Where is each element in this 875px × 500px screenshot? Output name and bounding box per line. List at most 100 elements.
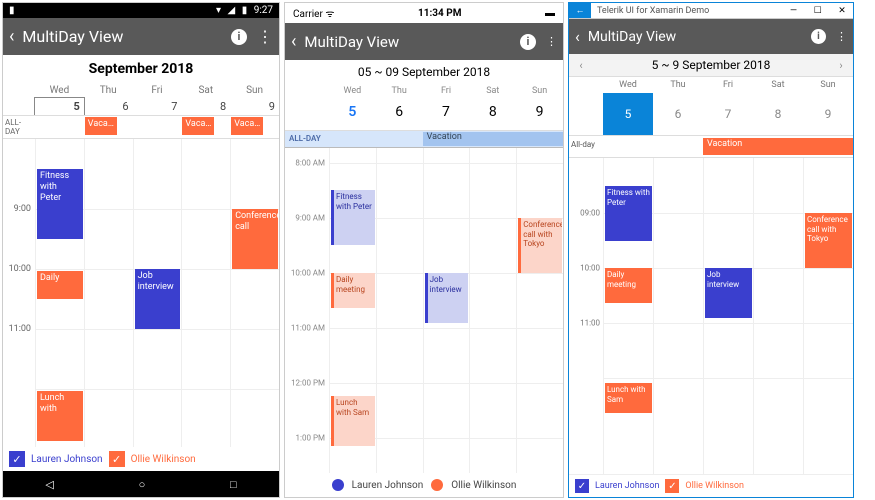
date-range: 05 ~ 09 September 2018 [285, 60, 563, 84]
date-cell[interactable]: 8 [181, 98, 230, 115]
legend-checkbox[interactable]: ✓ [575, 479, 589, 493]
weekday-header: Wed Thu Fri Sat Sun [285, 84, 563, 98]
android-device: ▮ ▾ ◢ ▮ 9:27 ‹ MultiDay View i ⋮ Septemb… [2, 2, 280, 498]
date-cell[interactable]: 7 [703, 93, 753, 135]
time-label: 9:00 AM [295, 214, 325, 223]
legend-name: Ollie Wilkinson [131, 454, 196, 465]
event-job[interactable]: Job interview [425, 273, 469, 323]
date-cell[interactable]: 8 [469, 98, 516, 130]
nav-back-icon[interactable]: ◁ [45, 478, 53, 491]
overflow-menu-icon[interactable]: ⋮ [257, 27, 273, 46]
legend-dot[interactable] [332, 479, 344, 491]
event-fitness[interactable]: Fitness with Peter [605, 186, 652, 241]
date-cell[interactable]: 7 [133, 98, 182, 115]
date-cell[interactable]: 6 [653, 93, 703, 135]
event-conference[interactable]: Conference call with Tokyo [805, 213, 852, 268]
event-lunch[interactable]: Lunch with Sam [331, 396, 375, 446]
next-icon[interactable]: › [829, 55, 853, 76]
date-header: 5 6 7 8 9 [285, 98, 563, 131]
event-lunch[interactable]: Lunch with Sam [605, 383, 652, 413]
date-header: 5 6 7 8 9 [3, 98, 279, 115]
window-titlebar: ← Telerik UI for Xamarin Demo — ☐ ✕ [569, 3, 853, 19]
time-grid[interactable]: 09:00 10:00 11:00 Fitness with Peter Dai… [569, 158, 853, 474]
clock: 11:34 PM [418, 8, 461, 19]
overflow-menu-icon[interactable]: ⋮ [546, 35, 557, 48]
event-lunch[interactable]: Lunch with [37, 391, 83, 441]
event-fitness[interactable]: Fitness with Peter [331, 190, 375, 245]
prev-icon[interactable]: ‹ [569, 55, 593, 76]
back-icon[interactable]: ‹ [575, 27, 580, 46]
event-daily[interactable]: Daily meeting [605, 268, 652, 303]
legend-checkbox[interactable]: ✓ [665, 479, 679, 493]
weekday-header: Wed Thu Fri Sat Sun [569, 77, 853, 93]
weekday: Fri [133, 83, 182, 98]
date-header: 5 6 7 8 9 [569, 93, 853, 136]
date-cell[interactable]: 9 [803, 93, 853, 135]
date-cell-selected[interactable]: 5 [603, 93, 653, 135]
time-label: 1:00 PM [296, 434, 325, 443]
time-grid[interactable]: 8:00 AM 9:00 AM 10:00 AM 11:00 AM 12:00 … [285, 148, 563, 473]
legend-dot[interactable] [431, 479, 443, 491]
event-job[interactable]: Job interview [705, 268, 752, 318]
time-grid[interactable]: 9:00 10:00 11:00 Fitness with Peter Dail… [3, 139, 279, 447]
allday-event[interactable]: Vaca… [85, 117, 117, 135]
back-icon[interactable]: ‹ [291, 31, 296, 52]
legend: Lauren Johnson Ollie Wilkinson [285, 473, 563, 497]
weekday: Sun [516, 84, 563, 98]
android-status-bar: ▮ ▾ ◢ ▮ 9:27 [3, 3, 279, 18]
date-cell-selected[interactable]: 5 [329, 98, 376, 130]
date-cell[interactable]: 7 [423, 98, 470, 130]
allday-event[interactable]: Vacation [423, 132, 563, 146]
time-label: 12:00 PM [291, 379, 325, 388]
app-header: ‹ MultiDay View i ⋮ [569, 19, 853, 54]
battery-icon: ▮ [242, 5, 248, 16]
maximize-icon[interactable]: ☐ [807, 6, 829, 16]
time-label: 8:00 AM [295, 159, 325, 168]
event-conference[interactable]: Conference call [232, 209, 278, 269]
event-conference[interactable]: Conference call with Tokyo [518, 218, 562, 273]
event-job[interactable]: Job interview [135, 269, 181, 329]
event-daily[interactable]: Daily meeting [331, 273, 375, 308]
weekday: Wed [329, 84, 376, 98]
info-icon[interactable]: i [231, 29, 247, 45]
legend-checkbox[interactable]: ✓ [9, 451, 25, 467]
event-fitness[interactable]: Fitness with Peter [37, 169, 83, 239]
date-cell[interactable]: 6 [376, 98, 423, 130]
legend: ✓ Lauren Johnson ✓ Ollie Wilkinson [3, 447, 279, 471]
clock: 9:27 [254, 5, 273, 16]
time-label: 11:00 [580, 319, 600, 328]
info-icon[interactable]: i [520, 34, 536, 50]
time-label: 11:00 AM [291, 324, 325, 333]
allday-event[interactable]: Vacation [703, 138, 853, 155]
info-icon[interactable]: i [811, 29, 826, 44]
page-title: MultiDay View [22, 27, 231, 46]
legend-name: Lauren Johnson [352, 480, 424, 491]
back-icon[interactable]: ‹ [9, 26, 14, 47]
date-cell-selected[interactable]: 5 [35, 98, 84, 115]
overflow-menu-icon[interactable]: ⋮ [836, 30, 847, 43]
allday-event[interactable]: Vaca… [231, 117, 263, 135]
date-cell[interactable]: 9 [230, 98, 279, 115]
legend-checkbox[interactable]: ✓ [109, 451, 125, 467]
allday-label: ALL-DAY [3, 118, 35, 136]
weekday: Sat [753, 77, 803, 93]
month-label: September 2018 [3, 55, 279, 83]
weekday: Sat [181, 83, 230, 98]
legend: ✓ Lauren Johnson ✓ Ollie Wilkinson [569, 474, 853, 497]
nav-home-icon[interactable]: ○ [139, 478, 146, 491]
windows-device: ← Telerik UI for Xamarin Demo — ☐ ✕ ‹ Mu… [568, 2, 854, 498]
minimize-icon[interactable]: — [783, 6, 805, 16]
date-range-row: ‹ 5 ~ 9 September 2018 › [569, 54, 853, 77]
nav-recent-icon[interactable]: □ [230, 478, 237, 491]
titlebar-back-icon[interactable]: ← [569, 3, 591, 18]
date-cell[interactable]: 8 [753, 93, 803, 135]
battery-icon: ▬ [545, 8, 555, 19]
time-label: 9:00 [14, 204, 31, 214]
date-range: 5 ~ 9 September 2018 [593, 54, 829, 76]
close-icon[interactable]: ✕ [831, 6, 853, 16]
date-cell[interactable]: 9 [516, 98, 563, 130]
weekday: Thu [653, 77, 703, 93]
allday-event[interactable]: Vaca… [182, 117, 214, 135]
date-cell[interactable]: 6 [84, 98, 133, 115]
event-daily[interactable]: Daily [37, 271, 83, 299]
